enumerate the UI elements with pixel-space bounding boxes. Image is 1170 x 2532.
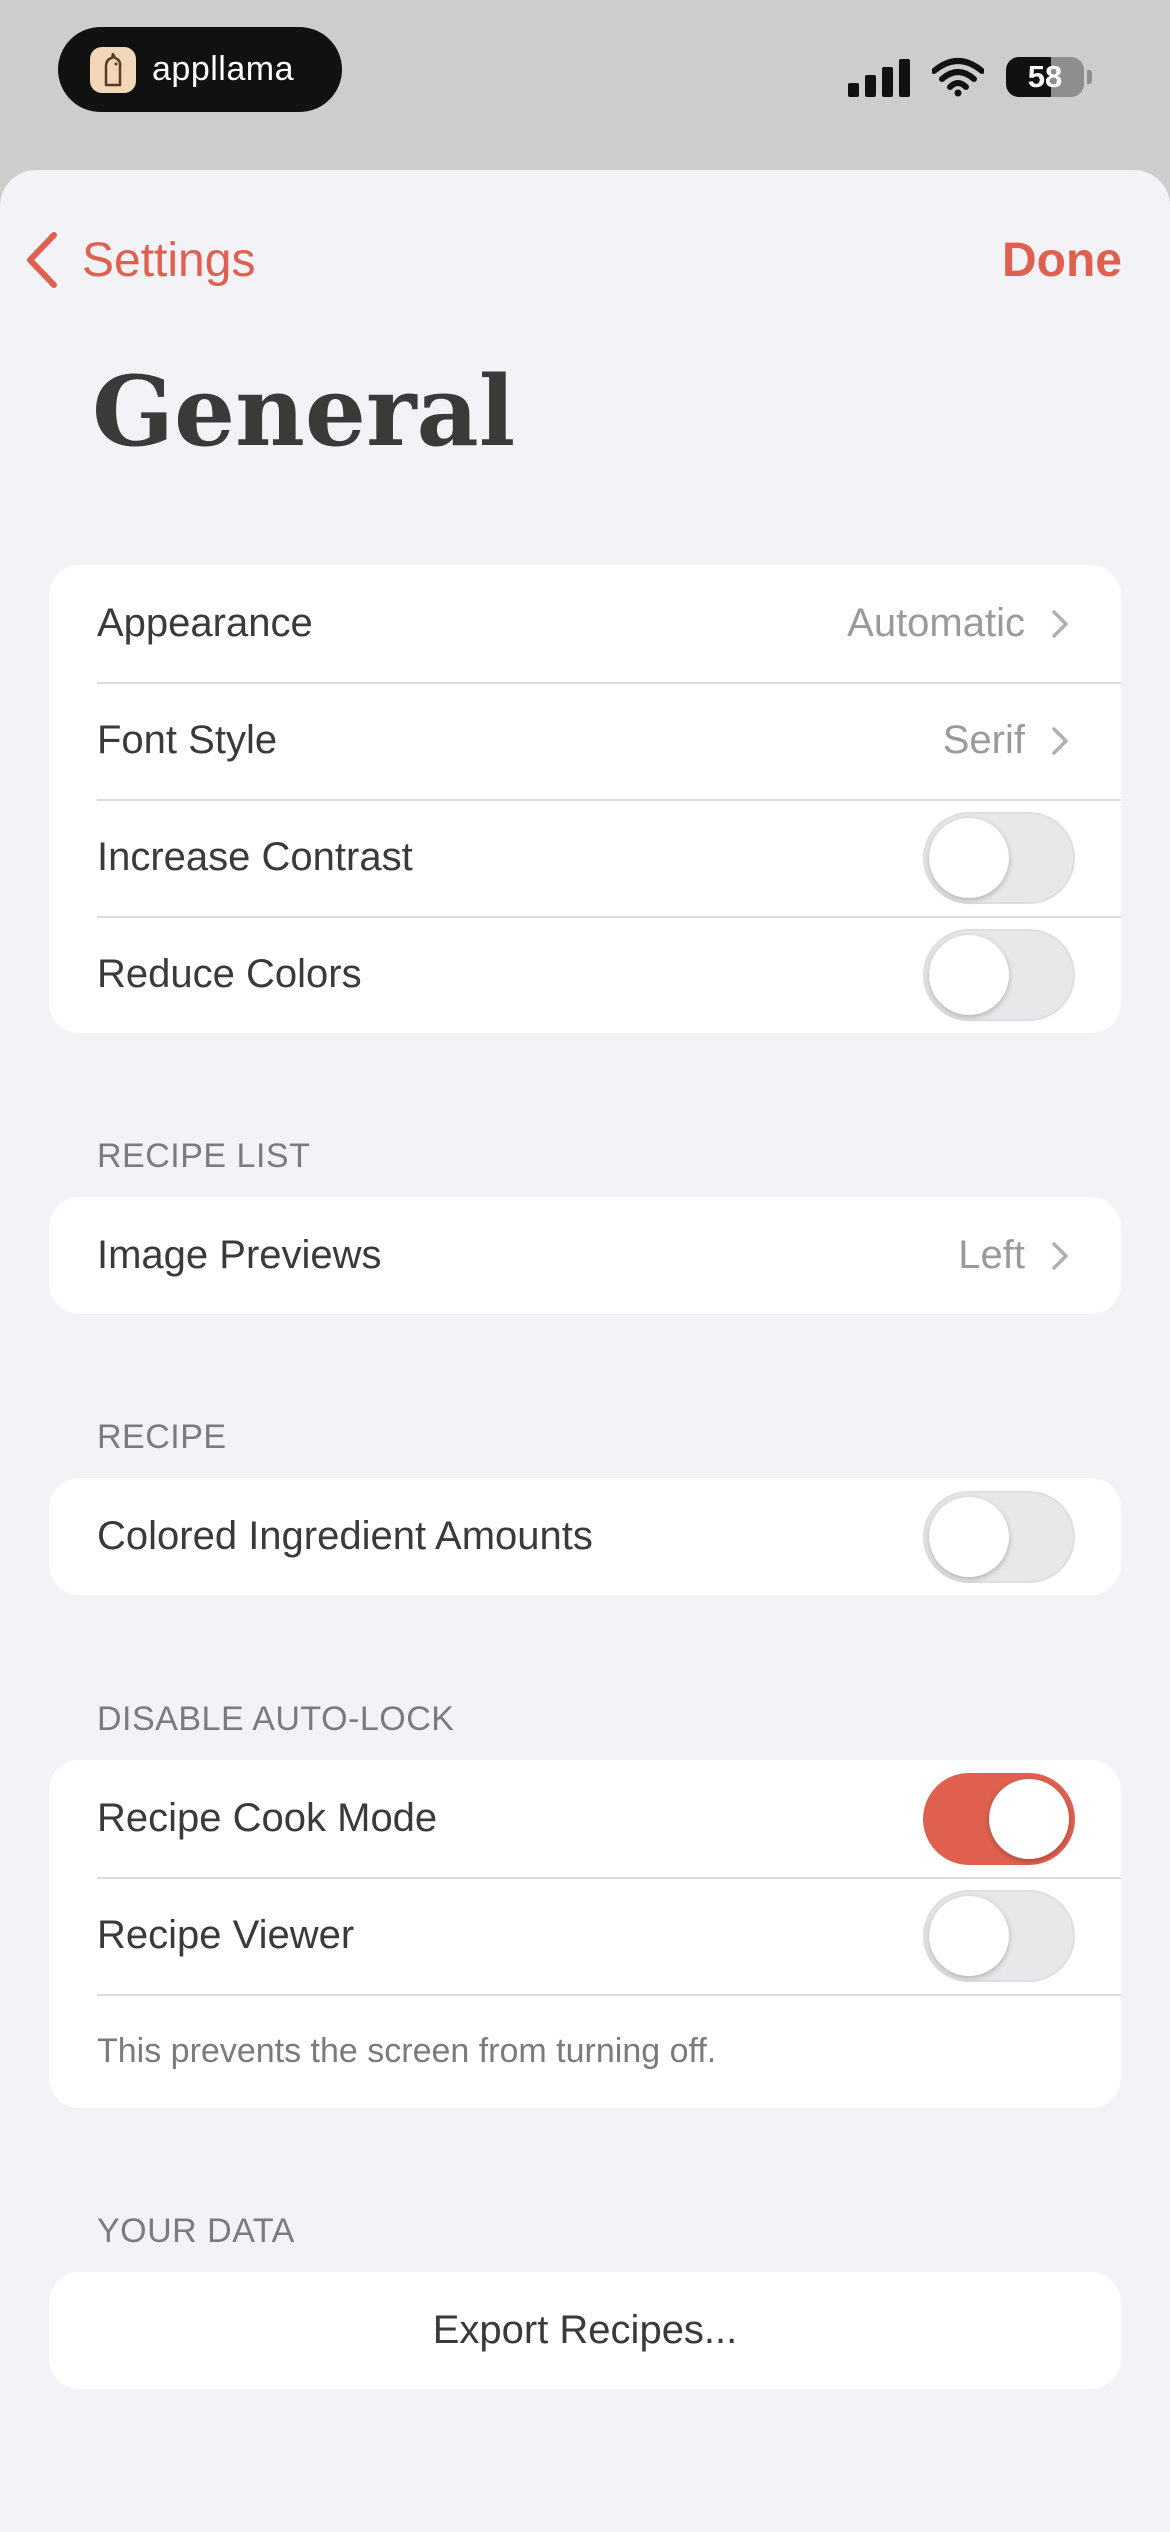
your-data-group: Export Recipes... [49,2272,1121,2389]
auto-lock-group: Recipe Cook Mode Recipe Viewer This prev… [49,1760,1121,2108]
recipe-list-group: Image Previews Left [49,1197,1121,1314]
export-recipes-label: Export Recipes... [432,2308,738,2352]
toggle-knob [929,1496,1009,1577]
recipe-viewer-toggle[interactable] [923,1889,1075,1982]
row-label: Appearance [97,601,313,645]
chevron-right-icon [1051,609,1069,639]
row-label: Font Style [97,718,278,762]
battery-icon: 58 [1006,57,1084,97]
row-label: Recipe Cook Mode [97,1796,438,1840]
export-recipes-button[interactable]: Export Recipes... [49,2272,1121,2389]
toggle-knob [989,1778,1069,1859]
section-header-your-data: YOUR DATA [97,2212,295,2250]
appearance-row[interactable]: Appearance Automatic [49,565,1121,682]
chevron-right-icon [1051,726,1069,756]
row-value: Automatic [847,601,1025,645]
row-value: Left [958,1233,1025,1277]
section-header-recipe: RECIPE [97,1418,227,1456]
chevron-left-icon [27,232,57,288]
toggle-knob [929,1895,1009,1976]
battery-cap [1087,70,1092,84]
app-name: appllama [152,50,294,88]
row-label: Image Previews [97,1233,382,1277]
reduce-colors-toggle[interactable] [923,928,1075,1021]
row-label: Colored Ingredient Amounts [97,1514,593,1558]
recipe-viewer-row: Recipe Viewer [49,1877,1121,1994]
recipe-group: Colored Ingredient Amounts [49,1478,1121,1595]
reduce-colors-row: Reduce Colors [49,916,1121,1033]
app-indicator-pill[interactable]: appllama [58,27,342,112]
section-header-recipe-list: RECIPE LIST [97,1137,311,1175]
recipe-cook-mode-toggle[interactable] [923,1772,1075,1865]
done-button[interactable]: Done [1002,220,1122,300]
signal-icon [848,57,910,97]
section-header-auto-lock: DISABLE AUTO-LOCK [97,1700,455,1738]
colored-ingredient-amounts-toggle[interactable] [923,1490,1075,1583]
colored-ingredient-amounts-row: Colored Ingredient Amounts [49,1478,1121,1595]
wifi-icon [932,58,984,97]
toggle-knob [929,934,1009,1015]
settings-sheet: Settings Done General Appearance Automat… [0,170,1170,2532]
status-bar: appllama 58 [0,0,1170,170]
recipe-cook-mode-row: Recipe Cook Mode [49,1760,1121,1877]
chevron-right-icon [1051,1241,1069,1271]
font-style-row[interactable]: Font Style Serif [49,682,1121,799]
increase-contrast-toggle[interactable] [923,811,1075,904]
toggle-knob [929,817,1009,898]
battery-level: 58 [1027,59,1063,94]
page-title: General [92,355,516,468]
row-label: Increase Contrast [97,835,413,879]
increase-contrast-row: Increase Contrast [49,799,1121,916]
display-settings-group: Appearance Automatic Font Style Serif In… [49,565,1121,1033]
back-label: Settings [82,233,256,287]
image-previews-row[interactable]: Image Previews Left [49,1197,1121,1314]
auto-lock-footer-note: This prevents the screen from turning of… [49,1994,1121,2108]
row-value: Serif [942,718,1025,762]
row-label: Reduce Colors [97,952,362,996]
row-label: Recipe Viewer [97,1913,355,1957]
llama-logo-icon [90,46,136,93]
back-button[interactable]: Settings [24,220,255,300]
